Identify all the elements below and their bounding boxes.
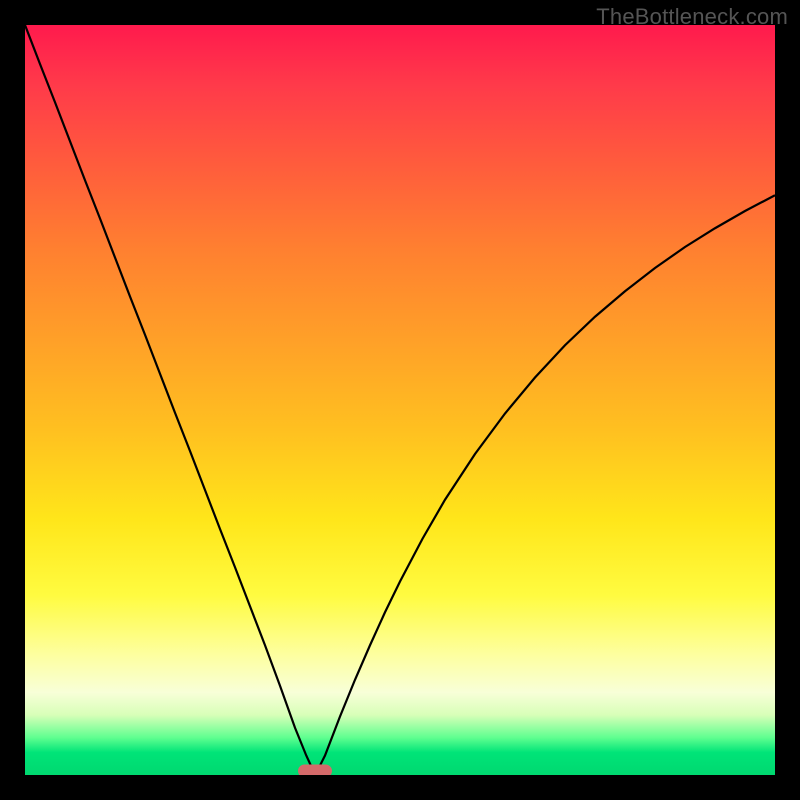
plot-area	[25, 25, 775, 775]
bottleneck-curve-left	[25, 25, 315, 775]
watermark-text: TheBottleneck.com	[596, 4, 788, 30]
chart-frame: TheBottleneck.com	[0, 0, 800, 800]
curve-layer	[25, 25, 775, 775]
optimal-marker	[298, 765, 332, 775]
bottleneck-curve-right	[315, 195, 775, 775]
